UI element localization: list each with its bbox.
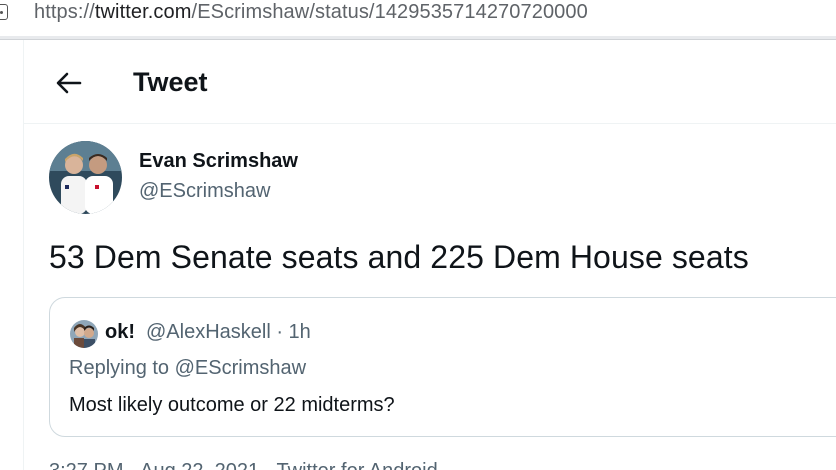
url-host: twitter.com — [94, 1, 192, 23]
url-scheme: https:// — [34, 1, 95, 23]
quoted-tweet-card[interactable]: ok! @AlexHaskell · 1h Replying to @EScri… — [49, 297, 836, 437]
arrow-left-icon — [56, 72, 82, 94]
back-button[interactable] — [52, 66, 86, 100]
tweet-timestamp[interactable]: 3:27 PM · Aug 22, 2021 · Twitter for And… — [49, 460, 438, 470]
page-title: Tweet — [133, 67, 208, 97]
url-path: /EScrimshaw/status/1429535714270720000 — [191, 1, 588, 23]
quoted-author-meta: @AlexHaskell · 1h — [146, 321, 311, 343]
quoted-tweet-text: Most likely outcome or 22 midterms? — [69, 394, 395, 416]
author-name[interactable]: Evan Scrimshaw — [139, 150, 298, 173]
twitter-tweet-page: https://twitter.com/EScrimshaw/status/14… — [0, 0, 836, 470]
browser-address-bar[interactable]: https://twitter.com/EScrimshaw/status/14… — [0, 0, 836, 34]
url-text[interactable]: https://twitter.com/EScrimshaw/status/14… — [34, 1, 588, 24]
page-info-icon[interactable] — [0, 4, 8, 20]
author-handle[interactable]: @EScrimshaw — [139, 180, 270, 203]
author-avatar[interactable] — [49, 141, 122, 214]
quoted-author-avatar[interactable] — [70, 320, 98, 348]
quoted-replying-to: Replying to @EScrimshaw — [69, 357, 307, 379]
quoted-avatar-image — [70, 320, 98, 348]
quoted-author-name[interactable]: ok! — [105, 321, 135, 344]
tweet-header: Tweet — [24, 40, 836, 124]
avatar-image — [49, 141, 122, 214]
tweet-text: 53 Dem Senate seats and 225 Dem House se… — [49, 239, 749, 275]
